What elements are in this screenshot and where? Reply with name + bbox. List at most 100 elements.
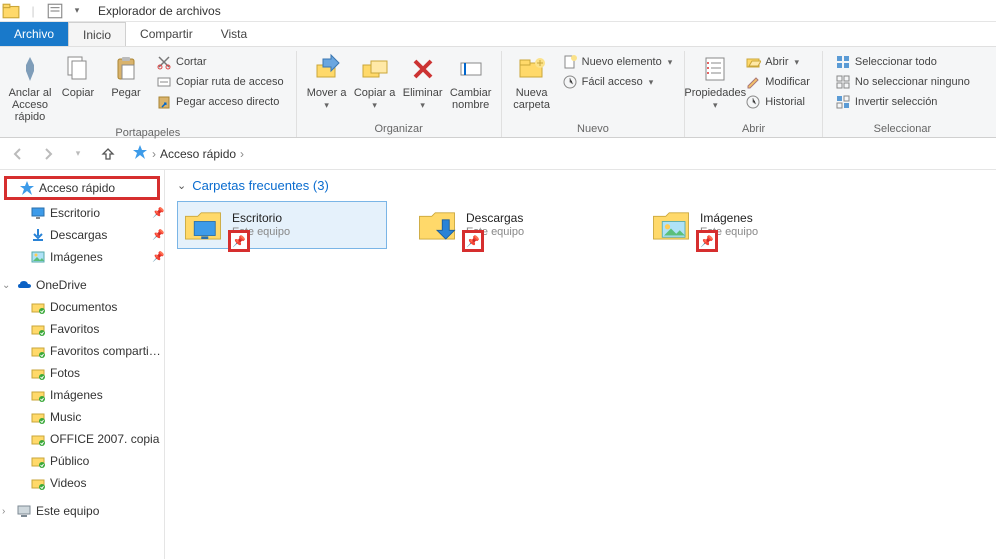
nav-up-button[interactable] <box>96 142 120 166</box>
new-item-icon <box>562 54 578 70</box>
nav-forward-button[interactable] <box>36 142 60 166</box>
section-header[interactable]: ⌄ Carpetas frecuentes (3) <box>177 178 984 193</box>
paste-label: Pegar <box>111 87 140 99</box>
invert-selection-button[interactable]: Invertir selección <box>833 93 972 111</box>
pin-quick-access-button[interactable]: Anclar al Acceso rápido <box>6 51 54 125</box>
sidebar-label: Descargas <box>50 228 148 242</box>
rename-label: Cambiar nombre <box>449 87 493 111</box>
open-label: Abrir <box>765 56 788 68</box>
pictures-icon <box>30 249 46 265</box>
edit-button[interactable]: Modificar <box>743 73 812 91</box>
copy-label: Copiar <box>62 87 94 99</box>
sidebar-item-od-fav-comp[interactable]: Favoritos compartidos <box>0 340 164 362</box>
ribbon-group-organize: Mover a Copiar a Eliminar Cambiar nombre… <box>297 51 502 137</box>
sidebar-label: Fotos <box>50 366 164 380</box>
main-area: Acceso rápido Escritorio 📌 Descargas 📌 I… <box>0 170 996 559</box>
paste-shortcut-button[interactable]: Pegar acceso directo <box>154 93 286 111</box>
copy-to-button[interactable]: Copiar a <box>351 51 399 113</box>
history-icon <box>745 94 761 110</box>
folder-sync-icon <box>30 409 46 425</box>
sidebar-item-od-imagenes[interactable]: Imágenes <box>0 384 164 406</box>
pin-icon: 📌 <box>152 208 164 219</box>
sidebar-item-onedrive[interactable]: ⌄ OneDrive <box>0 274 164 296</box>
delete-icon <box>407 53 439 85</box>
folder-name: Imágenes <box>700 211 758 225</box>
folder-item-descargas[interactable]: Descargas Este equipo 📌 <box>411 201 621 249</box>
new-folder-icon <box>516 53 548 85</box>
sidebar-item-od-favoritos[interactable]: Favoritos <box>0 318 164 340</box>
sidebar-item-downloads[interactable]: Descargas 📌 <box>0 224 164 246</box>
copy-path-button[interactable]: Copiar ruta de acceso <box>154 73 286 91</box>
ribbon-group-select: Seleccionar todo No seleccionar ninguno … <box>823 51 982 137</box>
breadcrumb-star-icon <box>132 144 148 163</box>
sidebar: Acceso rápido Escritorio 📌 Descargas 📌 I… <box>0 170 165 559</box>
history-button[interactable]: Historial <box>743 93 812 111</box>
tab-view[interactable]: Vista <box>207 22 261 46</box>
pin-icon: 📌 <box>152 230 164 241</box>
section-title: Carpetas frecuentes (3) <box>192 178 329 193</box>
paste-button[interactable]: Pegar <box>102 51 150 101</box>
easy-access-button[interactable]: Fácil acceso▾ <box>560 73 675 91</box>
this-pc-icon <box>16 503 32 519</box>
paste-shortcut-label: Pegar acceso directo <box>176 96 279 108</box>
delete-button[interactable]: Eliminar <box>399 51 447 113</box>
qat-properties-icon[interactable] <box>46 2 64 20</box>
copy-button[interactable]: Copiar <box>54 51 102 101</box>
delete-label: Eliminar <box>403 87 443 99</box>
copy-icon <box>62 53 94 85</box>
onedrive-icon <box>16 277 32 293</box>
select-all-button[interactable]: Seleccionar todo <box>833 53 972 71</box>
sidebar-item-quick-access[interactable]: Acceso rápido <box>4 176 160 200</box>
breadcrumb[interactable]: › Acceso rápido › <box>132 144 244 163</box>
folder-name: Descargas <box>466 211 524 225</box>
rename-button[interactable]: Cambiar nombre <box>447 51 495 113</box>
sidebar-item-od-fotos[interactable]: Fotos <box>0 362 164 384</box>
sidebar-item-od-documentos[interactable]: Documentos <box>0 296 164 318</box>
properties-button[interactable]: Propiedades <box>691 51 739 113</box>
chevron-down-icon[interactable]: ⌄ <box>2 280 14 291</box>
tab-file[interactable]: Archivo <box>0 22 68 46</box>
tab-share[interactable]: Compartir <box>126 22 207 46</box>
chevron-right-icon[interactable]: › <box>2 506 14 517</box>
paste-icon <box>110 53 142 85</box>
pin-icon: 📌 <box>152 252 164 263</box>
sidebar-item-od-office[interactable]: OFFICE 2007. copia <box>0 428 164 450</box>
folder-sync-icon <box>30 387 46 403</box>
sidebar-label: Acceso rápido <box>39 181 157 195</box>
new-item-button[interactable]: Nuevo elemento▾ <box>560 53 675 71</box>
ribbon-group-open: Propiedades Abrir▾ Modificar Historial A… <box>685 51 823 137</box>
window-title: Explorador de archivos <box>98 4 221 18</box>
folder-item-imagenes[interactable]: Imágenes Este equipo 📌 <box>645 201 855 249</box>
nav-bar: ▾ › Acceso rápido › <box>0 138 996 170</box>
sidebar-item-this-pc[interactable]: › Este equipo <box>0 500 164 522</box>
group-label-clipboard: Portapapeles <box>115 125 180 139</box>
new-folder-button[interactable]: Nueva carpeta <box>508 51 556 113</box>
chevron-down-icon: ⌄ <box>177 179 186 192</box>
history-label: Historial <box>765 96 805 108</box>
select-none-button[interactable]: No seleccionar ninguno <box>833 73 972 91</box>
edit-label: Modificar <box>765 76 810 88</box>
open-icon <box>745 54 761 70</box>
move-to-button[interactable]: Mover a <box>303 51 351 113</box>
pin-indicator-highlight: 📌 <box>228 230 250 252</box>
copy-path-label: Copiar ruta de acceso <box>176 76 284 88</box>
folder-item-escritorio[interactable]: Escritorio Este equipo 📌 <box>177 201 387 249</box>
select-none-label: No seleccionar ninguno <box>855 76 970 88</box>
qat-dropdown-icon[interactable]: ▾ <box>68 2 86 20</box>
pin-indicator-highlight: 📌 <box>462 230 484 252</box>
open-button[interactable]: Abrir▾ <box>743 53 812 71</box>
breadcrumb-root[interactable]: Acceso rápido <box>160 147 236 161</box>
easy-access-label: Fácil acceso <box>582 76 643 88</box>
tab-home[interactable]: Inicio <box>68 22 126 46</box>
sidebar-item-desktop[interactable]: Escritorio 📌 <box>0 202 164 224</box>
nav-back-button[interactable] <box>6 142 30 166</box>
group-label-open: Abrir <box>742 121 765 135</box>
sidebar-item-pictures[interactable]: Imágenes 📌 <box>0 246 164 268</box>
copy-to-label: Copiar a <box>354 87 396 99</box>
sidebar-item-od-music[interactable]: Music <box>0 406 164 428</box>
sidebar-item-od-videos[interactable]: Videos <box>0 472 164 494</box>
cut-label: Cortar <box>176 56 207 68</box>
sidebar-item-od-publico[interactable]: Público <box>0 450 164 472</box>
cut-button[interactable]: Cortar <box>154 53 286 71</box>
nav-recent-dropdown[interactable]: ▾ <box>66 142 90 166</box>
